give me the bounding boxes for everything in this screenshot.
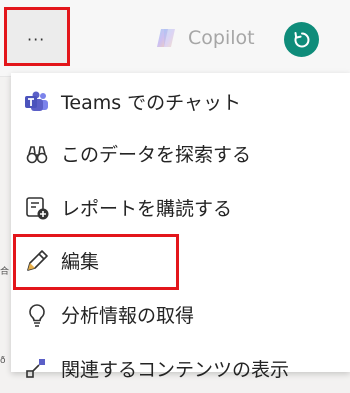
toolbar: ··· Copilot <box>0 0 350 77</box>
menu-item-explore-data[interactable]: このデータを探索する <box>11 128 350 178</box>
refresh-button[interactable] <box>284 22 319 57</box>
refresh-icon <box>294 31 309 47</box>
edit-highlight-box <box>13 234 179 290</box>
menu-item-related-content[interactable]: 関連するコンテンツの表示 <box>11 343 350 393</box>
menu-item-label: 関連するコンテンツの表示 <box>61 359 290 381</box>
more-options-button[interactable]: ··· <box>4 7 70 66</box>
copilot-label: Copilot <box>188 27 255 49</box>
menu-item-label: レポートを購読する <box>61 198 233 220</box>
menu-item-label: Teams でのチャット <box>61 92 241 114</box>
teams-icon <box>25 91 48 111</box>
copilot-icon <box>157 29 175 47</box>
background-text-fragment: ð <box>0 356 6 366</box>
menu-item-teams-chat[interactable]: Teams でのチャット <box>11 76 350 126</box>
subscribe-icon <box>26 197 49 220</box>
related-content-icon <box>26 359 45 378</box>
lightbulb-icon <box>29 304 45 327</box>
more-options-label: ··· <box>27 30 46 49</box>
menu-item-label: このデータを探索する <box>61 144 252 166</box>
copilot-button[interactable]: Copilot <box>154 26 255 50</box>
menu-item-subscribe-report[interactable]: レポートを購読する <box>11 182 350 232</box>
more-options-menu: Teams でのチャット このデータを探索する レポートを購読する 編集 分析情… <box>11 73 350 381</box>
binoculars-icon <box>26 146 48 164</box>
background-text-fragment: 合 <box>0 267 10 277</box>
menu-item-get-insights[interactable]: 分析情報の取得 <box>11 289 350 339</box>
menu-item-label: 分析情報の取得 <box>61 305 195 327</box>
